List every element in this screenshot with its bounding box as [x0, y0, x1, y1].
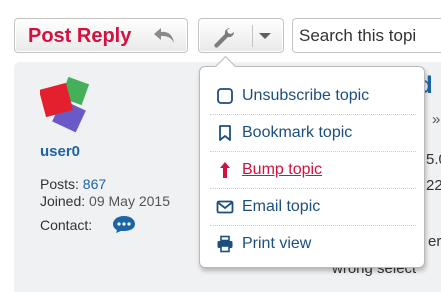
- joined-label: Joined:: [40, 193, 86, 209]
- chat-bubble-icon[interactable]: [112, 214, 136, 234]
- contact-label: Contact:: [40, 217, 93, 233]
- post-reply-button[interactable]: Post Reply: [14, 18, 188, 53]
- menu-item-unsubscribe-topic[interactable]: Unsubscribe topic: [210, 78, 416, 115]
- joined-row: Joined: 09 May 2015: [40, 193, 170, 209]
- reply-arrow-icon: [154, 28, 174, 43]
- breadcrumb-arrow: »: [432, 111, 441, 128]
- menu-item-bump-topic[interactable]: Bump topic: [210, 152, 416, 189]
- search-topic-input[interactable]: Search this topi: [292, 18, 441, 53]
- post-text-fragment: 5.0: [426, 151, 441, 168]
- menu-item-label: Email topic: [242, 198, 321, 215]
- button-separator: [252, 25, 253, 47]
- menu-item-label: Unsubscribe topic: [242, 87, 370, 104]
- posts-count-link[interactable]: 867: [83, 176, 106, 192]
- avatar: [40, 76, 90, 133]
- menu-item-bookmark-topic[interactable]: Bookmark topic: [210, 115, 416, 152]
- menu-item-email-topic[interactable]: Email topic: [210, 189, 416, 226]
- menu-item-print-view[interactable]: Print view: [210, 226, 416, 263]
- menu-item-label: Print view: [242, 235, 312, 252]
- bookmark-icon: [219, 125, 231, 141]
- menu-item-label: Bookmark topic: [242, 124, 353, 141]
- printer-icon: [217, 235, 233, 253]
- chevron-down-icon[interactable]: [259, 33, 271, 39]
- joined-date: 09 May 2015: [89, 193, 170, 209]
- post-text-fragment: er: [428, 233, 441, 250]
- posts-count-row: Posts: 867: [40, 176, 106, 192]
- topic-tools-dropdown: Unsubscribe topic Bookmark topic Bump to…: [199, 55, 425, 268]
- post-reply-label: Post Reply: [28, 25, 132, 47]
- contact-row: Contact:: [40, 217, 92, 233]
- menu-item-label: Bump topic: [242, 161, 323, 178]
- topic-tools-button[interactable]: [198, 18, 284, 53]
- posts-label: Posts:: [40, 176, 79, 192]
- post-text-fragment: 22: [426, 177, 441, 194]
- envelope-icon: [216, 200, 234, 214]
- checkbox-square-icon: [217, 88, 233, 104]
- topic-toolbar: Post Reply Search this topi: [0, 0, 441, 62]
- post-author-username[interactable]: user0: [40, 143, 80, 160]
- wrench-icon: [214, 27, 235, 48]
- arrow-up-icon: [220, 162, 230, 178]
